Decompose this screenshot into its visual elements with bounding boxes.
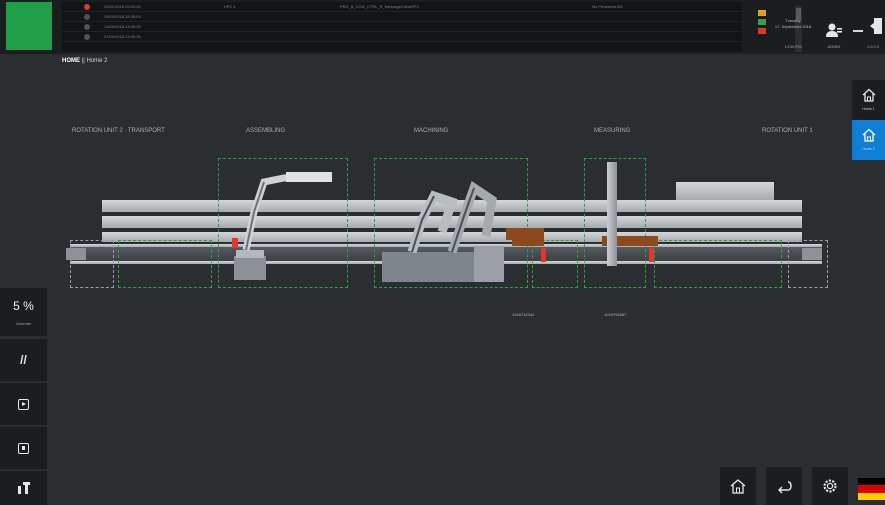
pause-icon: // <box>20 353 27 367</box>
alarm-icon <box>84 4 90 10</box>
minimize-icon[interactable] <box>853 30 863 32</box>
back-button[interactable] <box>766 467 802 505</box>
user-name: ADMIN <box>827 44 841 49</box>
storage-rack <box>676 182 774 200</box>
workpiece[interactable] <box>512 228 544 246</box>
override-label: Override <box>15 321 32 326</box>
station-label-measuring: MEASURING <box>594 128 631 134</box>
flag-stripe-red <box>858 485 885 493</box>
assembly-robot[interactable] <box>224 160 344 284</box>
stop-button[interactable] <box>0 427 47 469</box>
breadcrumb-current: Home 2 <box>86 58 108 64</box>
measuring-gauge[interactable] <box>607 162 617 266</box>
status-lights <box>758 10 766 37</box>
top-bar: 23/01/2018 09:00:00 HPC 1 PRG_B_CON_CTRL… <box>0 0 885 54</box>
date: 17. September 2018 <box>774 24 812 29</box>
info-icon <box>84 34 90 40</box>
override-panel[interactable]: 5 % Override <box>0 288 47 336</box>
message-text: PRG_B_CON_CTRL_R_MessageClientSPC <box>340 4 420 9</box>
info-icon <box>84 24 90 30</box>
home-icon <box>862 88 876 102</box>
version-label: 1.0.0.0 <box>866 44 880 49</box>
brand-tile[interactable] <box>6 2 52 50</box>
exit-icon[interactable] <box>870 18 882 34</box>
user-icon[interactable] <box>826 22 842 38</box>
station-label-assembling: ASSEMBLING <box>246 128 286 134</box>
back-icon <box>778 481 792 494</box>
buffer-frame[interactable] <box>532 240 578 288</box>
workpiece-serial: 1016744344 <box>512 312 535 317</box>
message-row[interactable]: 13/09/2018 13:39:39 <box>62 22 742 32</box>
flag-stripe-black <box>858 478 885 486</box>
flag-stripe-gold <box>858 492 885 500</box>
message-timestamp: 15/09/2018 15:35:09 <box>104 14 141 19</box>
nav-home-1-label: Home 1 <box>862 107 875 111</box>
warning-light <box>758 10 766 16</box>
station-label-rotation-unit-2: ROTATION UNIT 2 · TRANSPORT <box>72 128 165 134</box>
rotation-unit-1[interactable] <box>802 248 822 260</box>
override-value: 5 % <box>13 299 34 313</box>
sensor-marker <box>649 248 654 262</box>
ok-light <box>758 19 766 25</box>
breadcrumb: HOME || Home 2 <box>62 58 107 64</box>
message-row[interactable]: 23/01/2018 09:00:00 HPC 1 PRG_B_CON_CTRL… <box>62 2 742 12</box>
info-icon <box>84 14 90 20</box>
line-visualization <box>66 152 834 296</box>
home-icon <box>862 128 876 142</box>
stop-icon <box>0 427 47 469</box>
message-timestamp: 27/09/2018 13:30:39 <box>104 34 141 39</box>
workpiece-serial: 1016794587 <box>604 312 627 317</box>
transport-frame[interactable] <box>118 240 212 288</box>
rotation-unit-2[interactable] <box>66 248 86 260</box>
home-button[interactable] <box>720 467 756 505</box>
gear-icon <box>823 479 837 493</box>
station-label-rotation-unit-1: ROTATION UNIT 1 <box>762 128 813 134</box>
message-list[interactable]: 23/01/2018 09:00:00 HPC 1 PRG_B_CON_CTRL… <box>62 2 802 52</box>
nav-home-2[interactable]: Home 2 <box>852 120 885 160</box>
machining-robots[interactable] <box>382 166 522 284</box>
nav-home-1[interactable]: Home 1 <box>852 80 885 120</box>
message-row[interactable]: 15/09/2018 15:35:09 <box>62 12 742 22</box>
message-timestamp: 23/01/2018 09:00:00 <box>104 4 141 9</box>
date-display: Tuesday 17. September 2018 <box>770 18 816 30</box>
message-info: No Persistent Alt! <box>592 4 623 9</box>
home-icon <box>730 479 746 494</box>
message-timestamp: 13/09/2018 13:39:39 <box>104 24 141 29</box>
german-flag-icon[interactable] <box>858 478 885 500</box>
message-row[interactable]: 27/09/2018 13:30:39 <box>62 32 742 42</box>
message-source: HPC 1 <box>224 4 236 9</box>
robot-button[interactable] <box>0 471 47 505</box>
pause-button[interactable]: // <box>0 339 47 381</box>
station-label-machining: MACHINING <box>414 128 449 134</box>
breadcrumb-separator: || <box>81 58 85 64</box>
transfer-frame[interactable] <box>654 240 782 288</box>
sensor-marker <box>541 248 546 262</box>
play-button[interactable] <box>0 383 47 425</box>
play-icon <box>0 383 47 425</box>
robot-icon <box>0 471 47 505</box>
nav-home-2-label: Home 2 <box>862 147 875 151</box>
error-light <box>758 28 766 34</box>
settings-button[interactable] <box>812 467 848 505</box>
breadcrumb-root[interactable]: HOME <box>62 58 80 64</box>
time-display: 13:58 PM <box>784 44 802 49</box>
